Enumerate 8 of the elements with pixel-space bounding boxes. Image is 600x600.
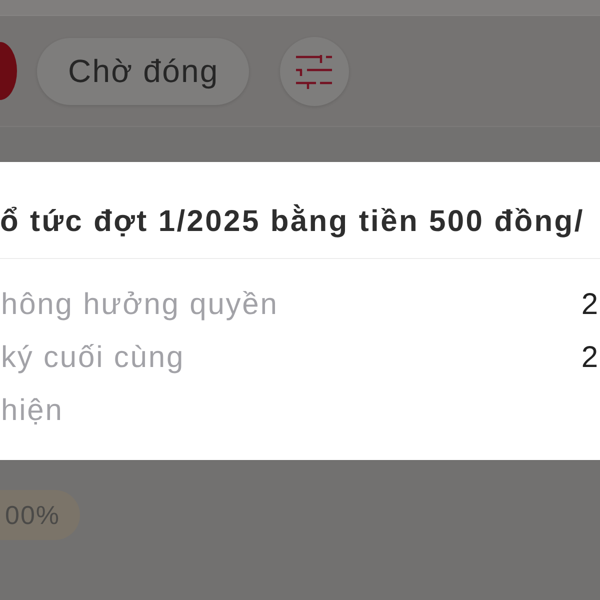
info-value: 2 bbox=[581, 340, 599, 374]
info-label: hông hưởng quyền bbox=[0, 288, 278, 322]
info-value: 2 bbox=[581, 288, 599, 322]
sliders-icon bbox=[296, 53, 332, 89]
info-label: hiện bbox=[0, 394, 64, 428]
dialog-title: ổ tức đợt 1/2025 bằng tiền 500 đồng/ bbox=[0, 162, 600, 259]
filter-chip[interactable]: Chờ đóng bbox=[37, 38, 249, 104]
info-label: ký cuối cùng bbox=[0, 340, 185, 374]
